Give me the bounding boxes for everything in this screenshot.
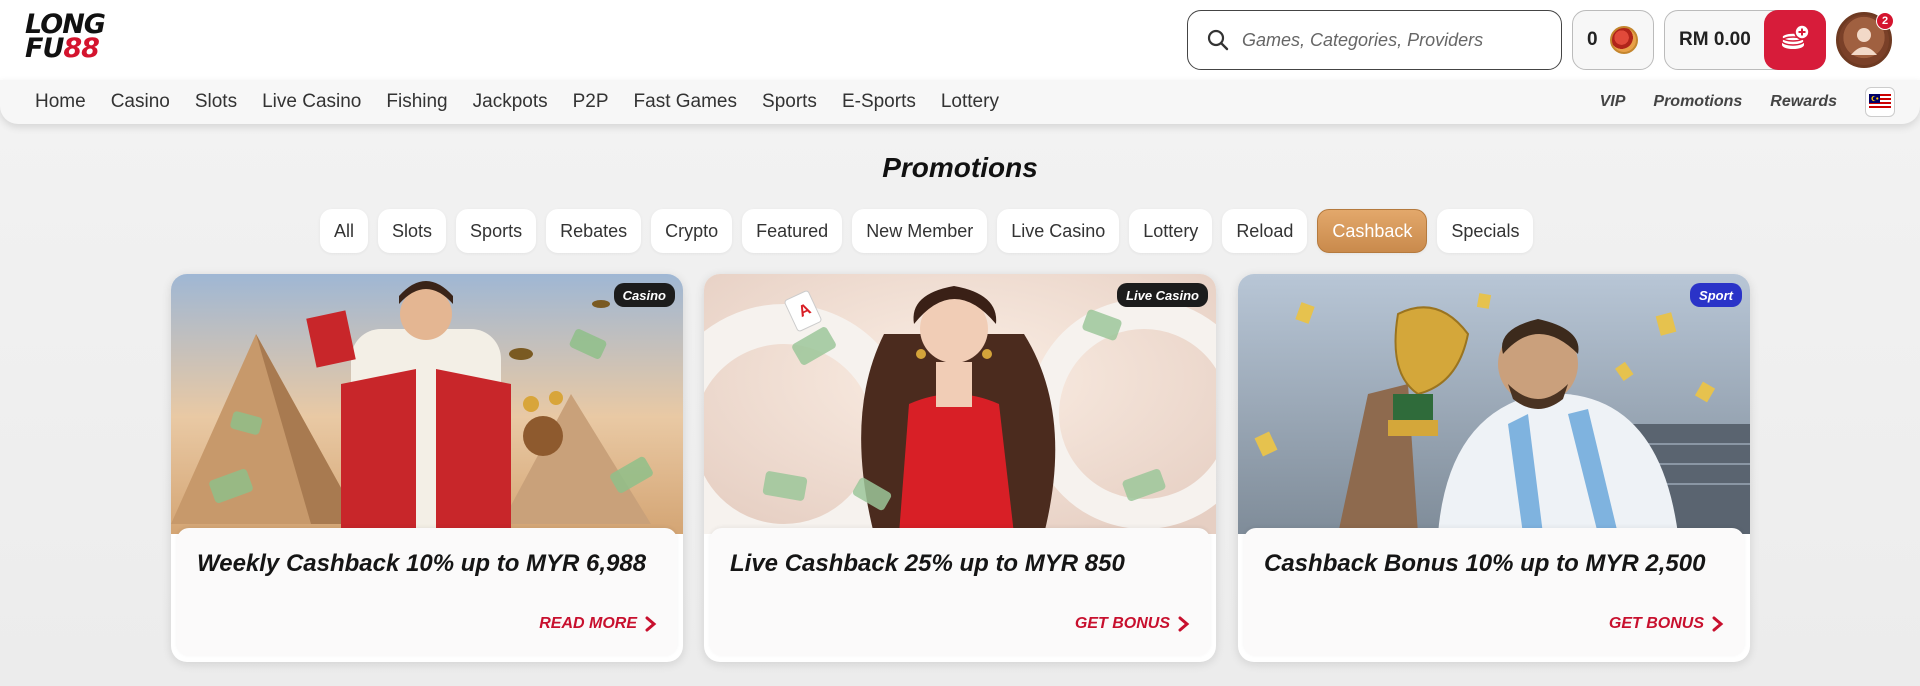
nav-item-p2p[interactable]: P2P <box>573 91 609 113</box>
nav-item-lottery[interactable]: Lottery <box>941 91 999 113</box>
search-input[interactable] <box>1242 29 1542 51</box>
search-box[interactable] <box>1187 10 1562 70</box>
promo-card[interactable]: Sport Cashback Bonus 10% up to MYR 2,500… <box>1238 274 1750 662</box>
cta-label: GET BONUS <box>1074 615 1170 632</box>
filter-reload[interactable]: Reload <box>1222 209 1308 253</box>
chevron-right-icon <box>1712 616 1724 632</box>
promo-banner-image <box>1238 274 1750 534</box>
promo-card[interactable]: A Live Casino Live Cashback 25% up to MY… <box>704 274 1216 662</box>
nav-item-slots[interactable]: Slots <box>195 91 237 113</box>
filter-rebates[interactable]: Rebates <box>546 209 642 253</box>
nav-left: Home Casino Slots Live Casino Fishing Ja… <box>35 80 1024 124</box>
search-icon <box>1207 29 1229 51</box>
filter-sports[interactable]: Sports <box>456 209 537 253</box>
nav-item-home[interactable]: Home <box>35 91 86 113</box>
promo-card-body: Live Cashback 25% up to MYR 850 GET BONU… <box>710 528 1210 656</box>
nav-right: VIP Promotions Rewards <box>1572 80 1895 124</box>
promo-title: Weekly Cashback 10% up to MYR 6,988 <box>197 550 647 577</box>
coins-display[interactable]: 0 <box>1572 10 1654 70</box>
nav-item-live-casino[interactable]: Live Casino <box>262 91 361 113</box>
cta-label: READ MORE <box>539 615 637 632</box>
top-header: LONG FU88 0 RM 0.00 <box>0 0 1920 80</box>
get-bonus-button[interactable]: GET BONUS <box>1609 615 1724 633</box>
promo-filter-bar: All Slots Sports Rebates Crypto Featured… <box>320 209 1534 253</box>
promo-card[interactable]: Casino Weekly Cashback 10% up to MYR 6,9… <box>171 274 683 662</box>
category-tag: Casino <box>613 283 675 307</box>
promo-banner-image: A <box>704 274 1216 534</box>
filter-specials[interactable]: Specials <box>1437 209 1534 253</box>
nav-item-casino[interactable]: Casino <box>111 91 170 113</box>
nav-item-fishing[interactable]: Fishing <box>386 91 447 113</box>
filter-cashback[interactable]: Cashback <box>1317 209 1428 253</box>
promo-card-body: Weekly Cashback 10% up to MYR 6,988 READ… <box>177 528 677 656</box>
main-nav: Home Casino Slots Live Casino Fishing Ja… <box>0 80 1920 124</box>
nav-item-rewards[interactable]: Rewards <box>1770 93 1837 111</box>
coins-value: 0 <box>1587 29 1598 50</box>
filter-live-casino[interactable]: Live Casino <box>997 209 1120 253</box>
page-title: Promotions <box>882 152 1038 183</box>
promo-title: Live Cashback 25% up to MYR 850 <box>730 550 1125 577</box>
wallet-plus-icon <box>1781 24 1810 49</box>
cta-label: GET BONUS <box>1608 615 1704 632</box>
balance-value: RM 0.00 <box>1679 29 1751 50</box>
logo-line2-a: FU <box>25 33 64 64</box>
user-menu[interactable]: 2 <box>1836 12 1894 70</box>
category-tag: Sport <box>1690 283 1742 307</box>
filter-featured[interactable]: Featured <box>742 209 843 253</box>
nav-item-vip[interactable]: VIP <box>1600 93 1626 111</box>
filter-slots[interactable]: Slots <box>378 209 447 253</box>
filter-lottery[interactable]: Lottery <box>1129 209 1213 253</box>
filter-all[interactable]: All <box>320 209 369 253</box>
nav-item-fast-games[interactable]: Fast Games <box>634 91 737 113</box>
read-more-button[interactable]: READ MORE <box>539 615 657 633</box>
nav-item-promotions[interactable]: Promotions <box>1653 93 1742 111</box>
logo-line2-b: 88 <box>63 33 100 64</box>
site-logo[interactable]: LONG FU88 <box>25 11 115 65</box>
coin-icon <box>1609 26 1638 54</box>
category-tag: Live Casino <box>1117 283 1208 307</box>
promo-title: Cashback Bonus 10% up to MYR 2,500 <box>1264 550 1706 577</box>
logo-line2: FU88 <box>25 35 115 62</box>
nav-item-e-sports[interactable]: E-Sports <box>842 91 916 113</box>
promo-card-body: Cashback Bonus 10% up to MYR 2,500 GET B… <box>1244 528 1744 656</box>
get-bonus-button[interactable]: GET BONUS <box>1075 615 1190 633</box>
chevron-right-icon <box>1178 616 1190 632</box>
deposit-button[interactable] <box>1764 10 1826 70</box>
malaysia-flag-icon[interactable] <box>1865 87 1895 117</box>
chevron-right-icon <box>645 616 657 632</box>
promo-banner-image <box>171 274 683 534</box>
filter-crypto[interactable]: Crypto <box>651 209 733 253</box>
nav-item-sports[interactable]: Sports <box>762 91 817 113</box>
nav-item-jackpots[interactable]: Jackpots <box>473 91 548 113</box>
notification-badge: 2 <box>1876 12 1894 30</box>
filter-new-member[interactable]: New Member <box>852 209 988 253</box>
